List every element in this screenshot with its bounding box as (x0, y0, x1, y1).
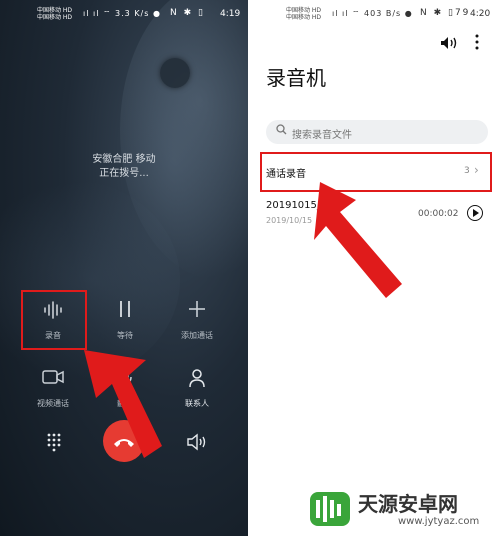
mute-label: 静音 (117, 399, 133, 408)
search-input[interactable]: 搜索录音文件 (266, 120, 488, 144)
status-time: 4:20 (470, 9, 491, 19)
search-icon (276, 124, 287, 138)
microphone-icon (94, 368, 156, 392)
call-screen: 中国移动 HD 中国移动 HD ıl ıl ⌔ 3.3 K/s ● N ✱ ▯ … (0, 0, 248, 536)
speaker-icon[interactable] (186, 432, 210, 458)
carrier-1: 中国移动 HD (37, 7, 73, 14)
recording-duration: 00:00:02 (418, 209, 459, 219)
video-call-label: 视频通话 (37, 399, 69, 408)
network-speed: 403 B/s (364, 9, 402, 18)
page-title: 录音机 (266, 66, 326, 90)
carrier-label: 中国移动 HD 中国移动 HD (286, 7, 321, 21)
watermark-logo (310, 492, 350, 526)
person-icon (166, 368, 228, 392)
hold-button[interactable]: 等待 (94, 300, 156, 341)
recorder-screen: 中国移动 HD 中国移动 HD ıl ıl ⌔ 403 B/s ● N ✱ ▯7… (252, 0, 500, 536)
carrier-2: 中国移动 HD (286, 14, 322, 21)
carrier-2: 中国移动 HD (37, 14, 73, 21)
search-placeholder: 搜索录音文件 (292, 130, 352, 141)
mute-button[interactable]: 静音 (94, 368, 156, 409)
hold-label: 等待 (117, 331, 133, 340)
video-camera-icon (22, 368, 84, 392)
add-call-button[interactable]: 添加通话 (166, 300, 228, 341)
status-icons: N ✱ ▯ (170, 8, 205, 18)
status-icons: N ✱ ▯79 (420, 8, 471, 18)
call-status: 正在拨号... (99, 168, 149, 179)
highlight-box (21, 290, 87, 350)
caller-location: 安徽合肥 移动 (92, 154, 156, 165)
hangup-button[interactable] (103, 420, 145, 462)
phone-hangup-icon (114, 439, 134, 447)
contacts-label: 联系人 (185, 399, 209, 408)
status-time: 4:19 (220, 9, 241, 19)
more-icon[interactable] (474, 34, 480, 53)
pause-icon (94, 300, 156, 324)
recording-name: 20191015_0 (266, 200, 329, 211)
contacts-button[interactable]: 联系人 (166, 368, 228, 409)
plus-icon (166, 300, 228, 324)
highlight-box (260, 152, 492, 192)
play-icon[interactable] (467, 205, 483, 221)
dialpad-icon[interactable] (44, 432, 64, 452)
wallpaper-bubble (160, 58, 190, 88)
recording-date: 2019/10/15 (266, 216, 313, 225)
volume-icon[interactable] (440, 36, 458, 54)
battery-level: 79 (454, 8, 471, 18)
watermark-name: 天源安卓网 (358, 492, 458, 516)
carrier-label: 中国移动 HD 中国移动 HD (37, 7, 72, 21)
screenshot-root: 中国移动 HD 中国移动 HD ıl ıl ⌔ 3.3 K/s ● N ✱ ▯ … (0, 0, 500, 536)
video-call-button[interactable]: 视频通话 (22, 368, 84, 409)
network-speed: 3.3 K/s (115, 9, 150, 18)
status-bar: 中国移动 HD 中国移动 HD ıl ıl ⌔ 403 B/s ● N ✱ ▯7… (252, 0, 500, 26)
add-call-label: 添加通话 (181, 331, 213, 340)
signal-icons: ıl ıl ⌔ 3.3 K/s ● (83, 9, 161, 18)
status-bar: 中国移动 HD 中国移动 HD ıl ıl ⌔ 3.3 K/s ● N ✱ ▯ … (0, 0, 248, 26)
signal-icons: ıl ıl ⌔ 403 B/s ● (332, 9, 413, 18)
watermark: 天源安卓网 www.jytyaz.com (300, 480, 500, 536)
watermark-url: www.jytyaz.com (398, 516, 480, 527)
carrier-1: 中国移动 HD (286, 7, 322, 14)
list-item[interactable]: 20191015_0 2019/10/15 00:00:02 (252, 196, 500, 236)
